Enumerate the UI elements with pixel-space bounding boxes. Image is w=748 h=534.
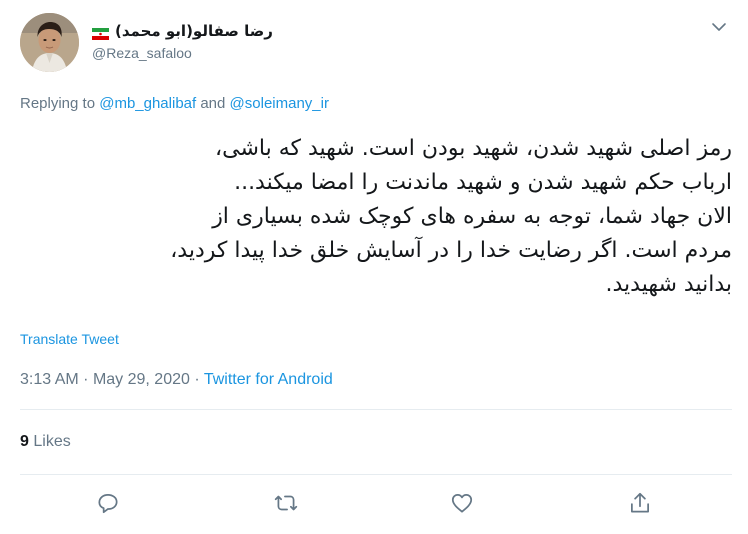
tweet-text-line: بدانید شهیدید. (605, 272, 732, 297)
user-name-row[interactable]: رضا صفالو(ابو محمد) (92, 19, 292, 43)
likes-number: 9 (20, 433, 29, 450)
avatar[interactable] (20, 13, 79, 72)
replying-to: Replying to @mb_ghalibaf and @soleimany_… (20, 95, 329, 112)
meta-separator: · (194, 371, 200, 388)
display-name[interactable]: رضا صفالو(ابو محمد) (115, 22, 273, 40)
replying-to-label: Replying to (20, 95, 96, 112)
replying-to-and: and (200, 95, 226, 112)
mention-link-2[interactable]: @soleimany_ir (230, 95, 329, 112)
translate-tweet-link[interactable]: Translate Tweet (20, 331, 119, 347)
tweet-text-line: رمز اصلی شهید شدن، شهید بودن است. شهید ک… (215, 136, 732, 161)
retweet-icon[interactable] (273, 490, 299, 516)
reply-icon[interactable] (95, 490, 121, 516)
tweet-text: رمز اصلی شهید شدن، شهید بودن است. شهید ک… (20, 132, 732, 302)
tweet-source-link[interactable]: Twitter for Android (204, 371, 333, 388)
like-icon[interactable] (449, 490, 475, 516)
mention-link-1[interactable]: @mb_ghalibaf (99, 95, 196, 112)
share-icon[interactable] (627, 490, 653, 516)
tweet-text-line: مردم است. اگر رضایت خدا را در آسایش خلق … (170, 238, 732, 263)
likes-label: Likes (33, 433, 71, 450)
tweet-date[interactable]: May 29, 2020 (93, 371, 190, 388)
meta-separator: · (83, 371, 89, 388)
tweet-meta: 3:13 AM · May 29, 2020 · Twitter for And… (20, 371, 333, 389)
tweet-text-line: الان جهاد شما، توجه به سفره های کوچک شده… (212, 204, 732, 229)
user-handle[interactable]: @Reza_safaloo (92, 45, 192, 61)
divider (20, 474, 732, 475)
likes-count[interactable]: 9 Likes (20, 433, 71, 451)
chevron-down-icon[interactable] (710, 18, 728, 36)
iran-flag-icon (92, 25, 109, 40)
divider (20, 409, 732, 410)
tweet-text-line: ارباب حکم شهید شدن و شهید ماندنت را امضا… (234, 170, 732, 195)
avatar-image (20, 13, 79, 72)
tweet-time[interactable]: 3:13 AM (20, 371, 79, 388)
action-bar (20, 486, 732, 522)
